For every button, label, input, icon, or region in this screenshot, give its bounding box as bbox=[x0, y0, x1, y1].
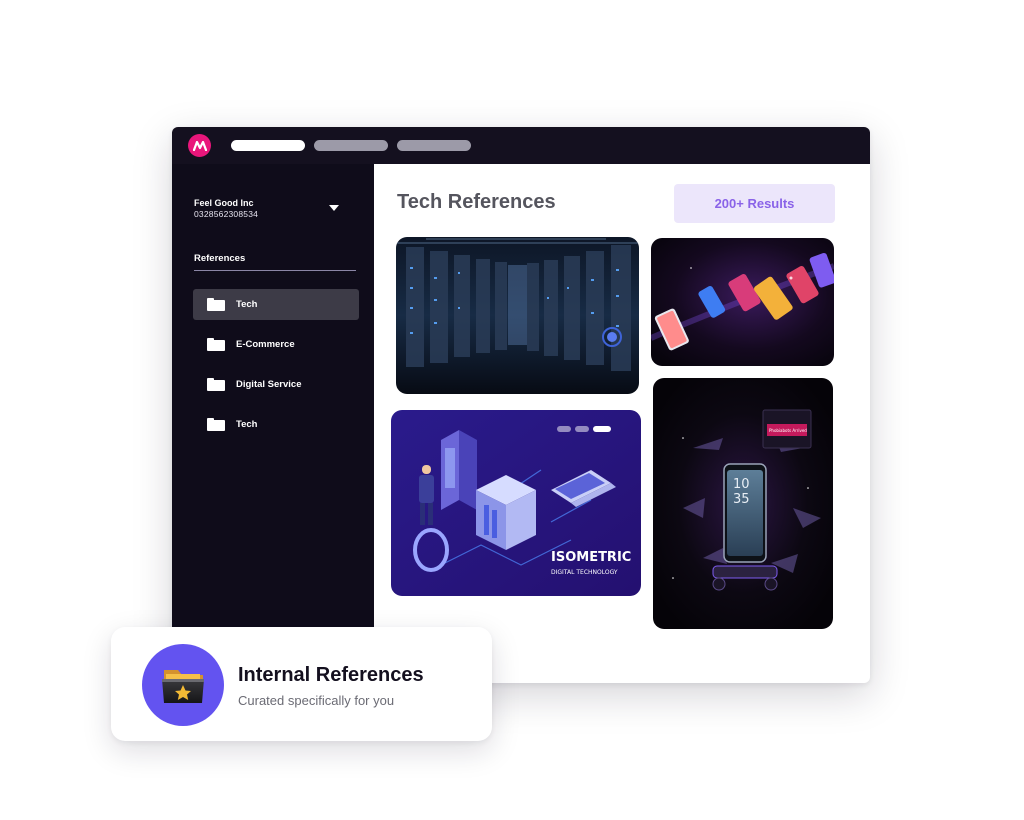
reference-card-isometric[interactable]: ISOMETRIC DIGITAL TECHNOLOGY bbox=[391, 410, 641, 596]
folder-icon bbox=[207, 298, 225, 311]
tab-2[interactable] bbox=[314, 140, 388, 151]
chevron-down-icon[interactable] bbox=[329, 205, 339, 211]
sidebar-item-digital-service[interactable]: Digital Service bbox=[193, 369, 359, 400]
reference-card-smartphone[interactable]: Phobiabots Arrived 10 35 bbox=[653, 378, 833, 629]
notification-text: Phobiabots Arrived bbox=[769, 428, 807, 433]
clock-hour-text: 10 bbox=[733, 477, 750, 492]
org-phone: 0328562308534 bbox=[194, 209, 259, 219]
floating-phones-image bbox=[651, 238, 834, 366]
sidebar-item-label: Tech bbox=[236, 419, 258, 430]
float-card-subtitle: Curated specifically for you bbox=[238, 693, 395, 708]
isometric-illustration-image: ISOMETRIC DIGITAL TECHNOLOGY bbox=[391, 410, 641, 596]
float-icon-circle bbox=[142, 644, 224, 726]
isometric-title-text: ISOMETRIC bbox=[551, 550, 631, 565]
org-name: Feel Good Inc bbox=[194, 198, 254, 208]
star-folder-icon bbox=[162, 670, 204, 703]
sidebar: Feel Good Inc 0328562308534 References T… bbox=[172, 164, 374, 683]
app-window: Feel Good Inc 0328562308534 References T… bbox=[172, 127, 870, 683]
sidebar-item-e-commerce[interactable]: E-Commerce bbox=[193, 329, 359, 360]
sidebar-item-tech-2[interactable]: Tech bbox=[193, 409, 359, 440]
internal-references-card[interactable]: Internal References Curated specifically… bbox=[111, 627, 492, 741]
tab-1[interactable] bbox=[231, 140, 305, 151]
folder-icon bbox=[207, 338, 225, 351]
logo-mark-icon bbox=[192, 140, 207, 151]
clock-minute-text: 35 bbox=[733, 492, 750, 507]
results-badge[interactable]: 200+ Results bbox=[674, 184, 835, 223]
title-bar bbox=[172, 127, 870, 164]
sidebar-item-label: Tech bbox=[236, 299, 258, 310]
sidebar-item-label: Digital Service bbox=[236, 379, 302, 390]
tab-3[interactable] bbox=[397, 140, 471, 151]
folder-icon bbox=[207, 418, 225, 431]
isometric-subtitle-text: DIGITAL TECHNOLOGY bbox=[551, 569, 618, 576]
server-room-image bbox=[396, 237, 639, 394]
sidebar-item-label: E-Commerce bbox=[236, 339, 295, 350]
folder-icon bbox=[207, 378, 225, 391]
reference-card-server-room[interactable] bbox=[396, 237, 639, 394]
org-switcher[interactable]: Feel Good Inc 0328562308534 bbox=[194, 198, 258, 219]
reference-card-phones[interactable] bbox=[651, 238, 834, 366]
page-title: Tech References bbox=[397, 191, 556, 213]
smartphone-drones-image: Phobiabots Arrived 10 35 bbox=[653, 378, 833, 629]
float-card-title: Internal References bbox=[238, 664, 424, 686]
sidebar-section-label: References bbox=[194, 253, 356, 271]
app-logo[interactable] bbox=[188, 134, 211, 157]
sidebar-item-tech[interactable]: Tech bbox=[193, 289, 359, 320]
